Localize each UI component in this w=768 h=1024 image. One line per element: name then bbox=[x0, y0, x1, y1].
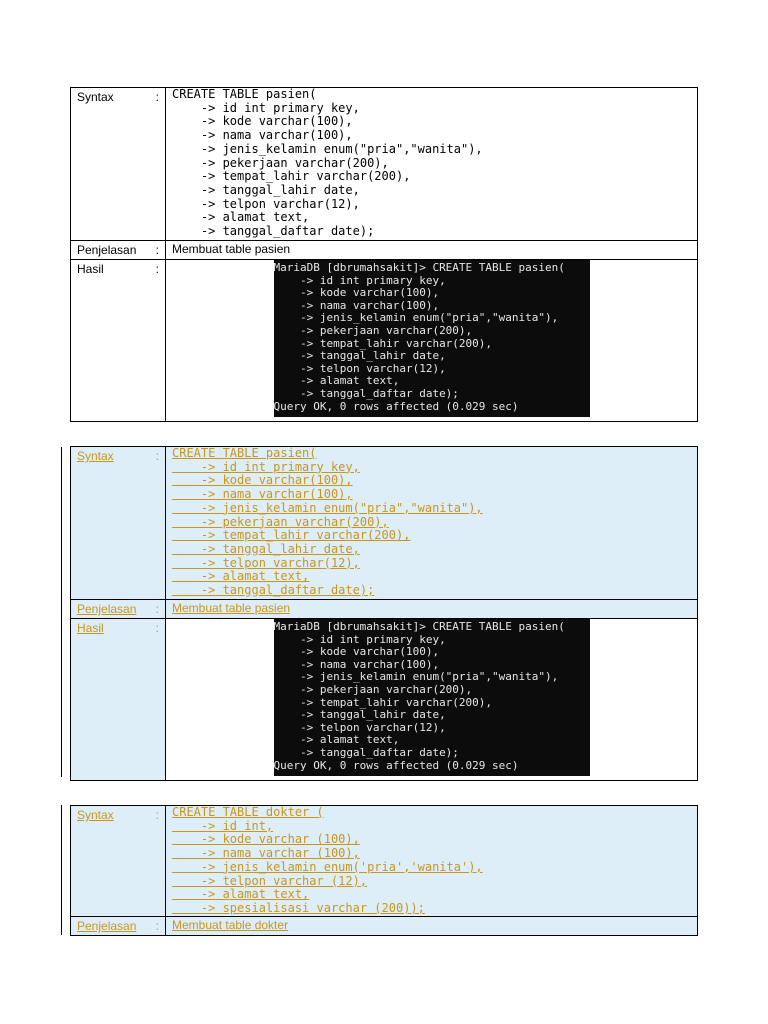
syntax-code: CREATE TABLE pasien( -> id int primary k… bbox=[165, 87, 698, 241]
penjelasan-label-cell: Penjelasan: bbox=[70, 599, 166, 619]
syntax-label: Syntax bbox=[77, 90, 114, 104]
penjelasan-label: Penjelasan bbox=[77, 919, 137, 933]
hasil-label: Hasil bbox=[77, 262, 104, 276]
row-syntax: Syntax: CREATE TABLE pasien( -> id int p… bbox=[70, 446, 698, 600]
hasil-cell: MariaDB [dbrumahsakit]> CREATE TABLE pas… bbox=[165, 618, 698, 781]
penjelasan-text: Membuat table dokter bbox=[165, 916, 698, 936]
colon: : bbox=[155, 449, 159, 463]
terminal-screenshot: MariaDB [dbrumahsakit]> CREATE TABLE pas… bbox=[273, 260, 590, 418]
change-bar bbox=[61, 447, 62, 777]
row-penjelasan: Penjelasan: Membuat table pasien bbox=[70, 599, 698, 619]
hasil-cell: MariaDB [dbrumahsakit]> CREATE TABLE pas… bbox=[165, 259, 698, 422]
syntax-code: CREATE TABLE dokter ( -> id int, -> kode… bbox=[165, 805, 698, 917]
penjelasan-label-cell: Penjelasan: bbox=[70, 240, 166, 260]
penjelasan-text: Membuat table pasien bbox=[165, 599, 698, 619]
syntax-label-cell: Syntax: bbox=[70, 446, 166, 600]
row-hasil: Hasil: MariaDB [dbrumahsakit]> CREATE TA… bbox=[70, 259, 698, 422]
hasil-label-cell: Hasil: bbox=[70, 259, 166, 422]
terminal-screenshot: MariaDB [dbrumahsakit]> CREATE TABLE pas… bbox=[273, 619, 590, 777]
colon: : bbox=[155, 621, 159, 635]
syntax-label-cell: Syntax: bbox=[70, 87, 166, 241]
row-syntax: Syntax: CREATE TABLE pasien( -> id int p… bbox=[70, 87, 698, 241]
table-pasien-tracked: Syntax: CREATE TABLE pasien( -> id int p… bbox=[70, 446, 698, 781]
colon: : bbox=[155, 808, 159, 822]
colon: : bbox=[155, 243, 159, 257]
colon: : bbox=[155, 90, 159, 104]
table-pasien-original: Syntax: CREATE TABLE pasien( -> id int p… bbox=[70, 87, 698, 422]
syntax-code: CREATE TABLE pasien( -> id int primary k… bbox=[165, 446, 698, 600]
row-penjelasan: Penjelasan: Membuat table pasien bbox=[70, 240, 698, 260]
colon: : bbox=[155, 262, 159, 276]
table-dokter-tracked: Syntax: CREATE TABLE dokter ( -> id int,… bbox=[70, 805, 698, 936]
row-hasil: Hasil: MariaDB [dbrumahsakit]> CREATE TA… bbox=[70, 618, 698, 781]
penjelasan-text: Membuat table pasien bbox=[165, 240, 698, 260]
syntax-label: Syntax bbox=[77, 449, 114, 463]
change-bar bbox=[61, 805, 62, 935]
syntax-label: Syntax bbox=[77, 808, 114, 822]
colon: : bbox=[155, 602, 159, 616]
penjelasan-label: Penjelasan bbox=[77, 602, 137, 616]
syntax-label-cell: Syntax: bbox=[70, 805, 166, 917]
penjelasan-label-cell: Penjelasan: bbox=[70, 916, 166, 936]
hasil-label: Hasil bbox=[77, 621, 104, 635]
hasil-label-cell: Hasil: bbox=[70, 618, 166, 781]
row-penjelasan: Penjelasan: Membuat table dokter bbox=[70, 916, 698, 936]
colon: : bbox=[155, 919, 159, 933]
row-syntax: Syntax: CREATE TABLE dokter ( -> id int,… bbox=[70, 805, 698, 917]
penjelasan-label: Penjelasan bbox=[77, 243, 137, 257]
